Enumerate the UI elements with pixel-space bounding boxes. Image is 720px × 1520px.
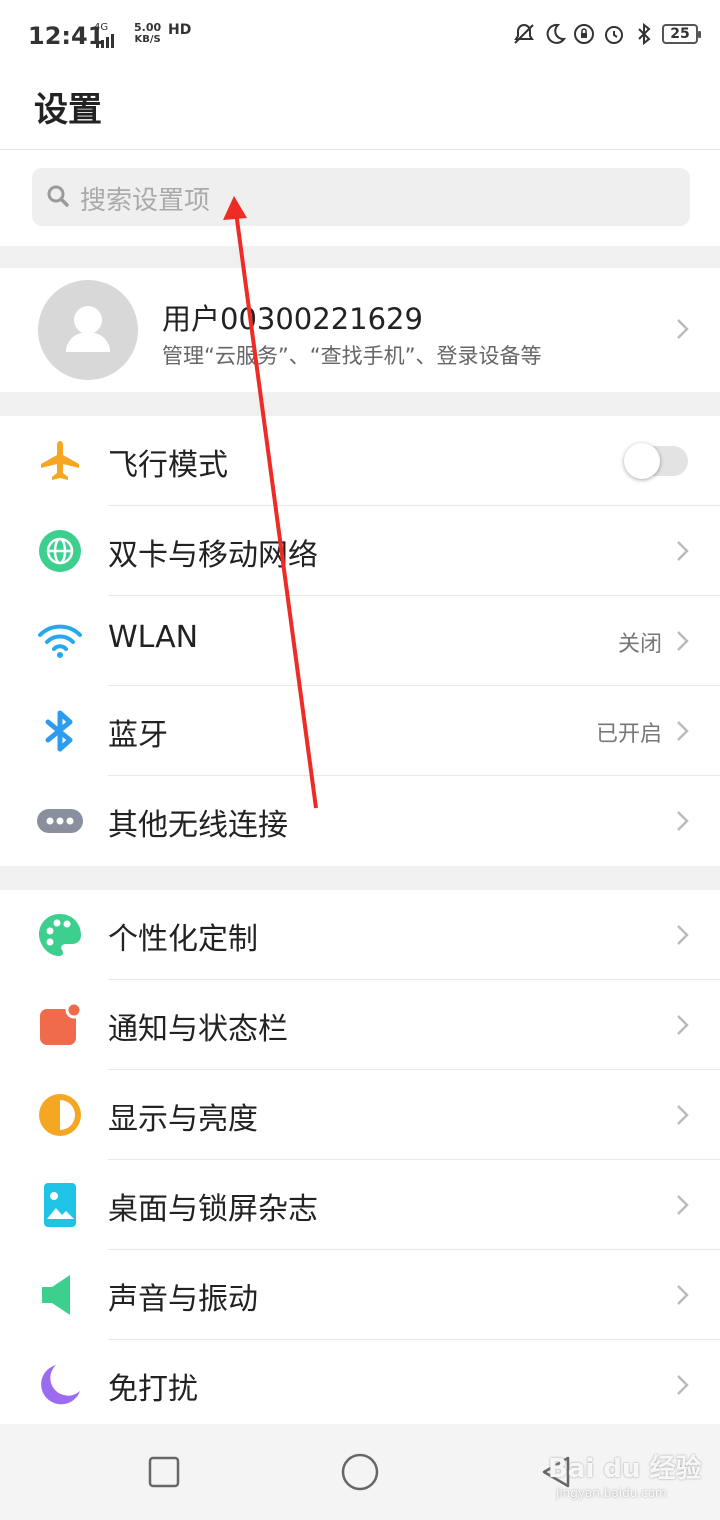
personalization-label: 个性化定制	[108, 922, 258, 957]
wlan-status: 关闭	[617, 632, 662, 657]
brightness-icon	[39, 1094, 81, 1136]
recent-apps-icon[interactable]	[148, 1456, 180, 1488]
speaker-icon	[42, 1275, 70, 1315]
status-bar: 12:41 4G 5.00 KB/S HD 25	[0, 0, 720, 74]
chevron-right-icon	[677, 1375, 689, 1395]
sound-label: 声音与振动	[108, 1282, 258, 1317]
account-name: 用户00300221629	[162, 302, 423, 336]
chevron-right-icon	[677, 1015, 689, 1035]
home-lock-screen-row[interactable]: 桌面与锁屏杂志	[0, 1160, 720, 1250]
watermark-logo: Bai du 经验	[548, 1454, 702, 1484]
hd-badge: HD	[168, 22, 192, 38]
bluetooth-status: 已开启	[595, 722, 662, 747]
do-not-disturb-row[interactable]: 免打扰	[0, 1340, 720, 1430]
search-input[interactable]: 搜索设置项	[32, 168, 690, 226]
speed-unit: KB/S	[134, 34, 161, 45]
chevron-right-icon	[677, 1285, 689, 1305]
battery-indicator: 25	[662, 24, 701, 44]
notification-icon	[40, 1001, 83, 1045]
watermark-url: jingyan.baidu.com	[556, 1486, 667, 1500]
chevron-right-icon	[677, 1195, 689, 1215]
bluetooth-label: 蓝牙	[108, 718, 168, 753]
navigation-bar: Bai du 经验 jingyan.baidu.com	[0, 1424, 720, 1520]
avatar	[38, 280, 138, 380]
user-icon	[66, 306, 110, 352]
wifi-icon	[38, 624, 82, 658]
wallpaper-icon	[44, 1183, 76, 1227]
rotation-lock-icon	[574, 24, 594, 44]
speed-value: 5.00	[134, 21, 162, 34]
airplane-mode-toggle[interactable]	[624, 443, 688, 479]
toggle-knob	[624, 443, 660, 479]
chevron-right-icon	[677, 319, 689, 339]
more-dots-icon	[37, 809, 83, 833]
alarm-icon	[605, 26, 623, 44]
search-icon	[47, 185, 69, 207]
personalization-row[interactable]: 个性化定制	[0, 890, 720, 980]
system-settings-group: 个性化定制 通知与状态栏 显示与亮度 桌面与锁屏杂志 声音与振动 免打扰	[0, 890, 720, 1424]
status-time: 12:41	[28, 22, 105, 50]
notifications-row[interactable]: 通知与状态栏	[0, 980, 720, 1070]
globe-icon	[39, 530, 81, 572]
palette-icon	[39, 914, 81, 956]
chevron-right-icon	[677, 721, 689, 741]
notifications-label: 通知与状态栏	[108, 1012, 288, 1047]
status-icons: 25	[512, 22, 701, 46]
account-description: 管理“云服务”、“查找手机”、登录设备等	[162, 344, 542, 368]
header: 设置	[0, 74, 720, 150]
home-icon[interactable]	[340, 1452, 380, 1492]
wlan-label: WLAN	[108, 620, 199, 655]
account-row[interactable]: 用户00300221629 管理“云服务”、“查找手机”、登录设备等	[0, 268, 720, 392]
chevron-right-icon	[677, 631, 689, 651]
other-wireless-row[interactable]: 其他无线连接	[0, 776, 720, 866]
bell-mute-icon	[514, 23, 534, 44]
airplane-mode-row[interactable]: 飞行模式	[0, 416, 720, 506]
airplane-icon	[41, 441, 79, 480]
network-indicator: 4G	[94, 22, 116, 48]
home-lock-screen-label: 桌面与锁屏杂志	[108, 1192, 318, 1227]
network-speed: 5.00 KB/S	[134, 22, 161, 46]
dual-sim-label: 双卡与移动网络	[108, 538, 318, 573]
bluetooth-row[interactable]: 蓝牙 已开启	[0, 686, 720, 776]
do-not-disturb-label: 免打扰	[108, 1372, 198, 1407]
airplane-mode-label: 飞行模式	[108, 448, 228, 483]
chevron-right-icon	[677, 925, 689, 945]
bluetooth-status-icon	[638, 22, 651, 46]
network-settings-group: 飞行模式 双卡与移动网络 WLAN 关闭 蓝牙 已开启 其他无线连接	[0, 416, 720, 866]
chevron-right-icon	[677, 541, 689, 561]
network-type: 4G	[94, 22, 109, 33]
moon-status-icon	[546, 23, 566, 44]
bluetooth-icon	[45, 710, 73, 752]
search-placeholder: 搜索设置项	[80, 186, 211, 216]
wlan-row[interactable]: WLAN 关闭	[0, 596, 720, 686]
page-title: 设置	[34, 90, 102, 130]
sound-vibration-row[interactable]: 声音与振动	[0, 1250, 720, 1340]
search-section: 搜索设置项	[0, 150, 720, 246]
moon-icon	[41, 1365, 80, 1405]
chevron-right-icon	[677, 1105, 689, 1125]
other-wireless-label: 其他无线连接	[108, 808, 288, 843]
signal-icon	[96, 34, 114, 48]
display-brightness-row[interactable]: 显示与亮度	[0, 1070, 720, 1160]
dual-sim-network-row[interactable]: 双卡与移动网络	[0, 506, 720, 596]
display-label: 显示与亮度	[108, 1102, 258, 1137]
chevron-right-icon	[677, 811, 689, 831]
